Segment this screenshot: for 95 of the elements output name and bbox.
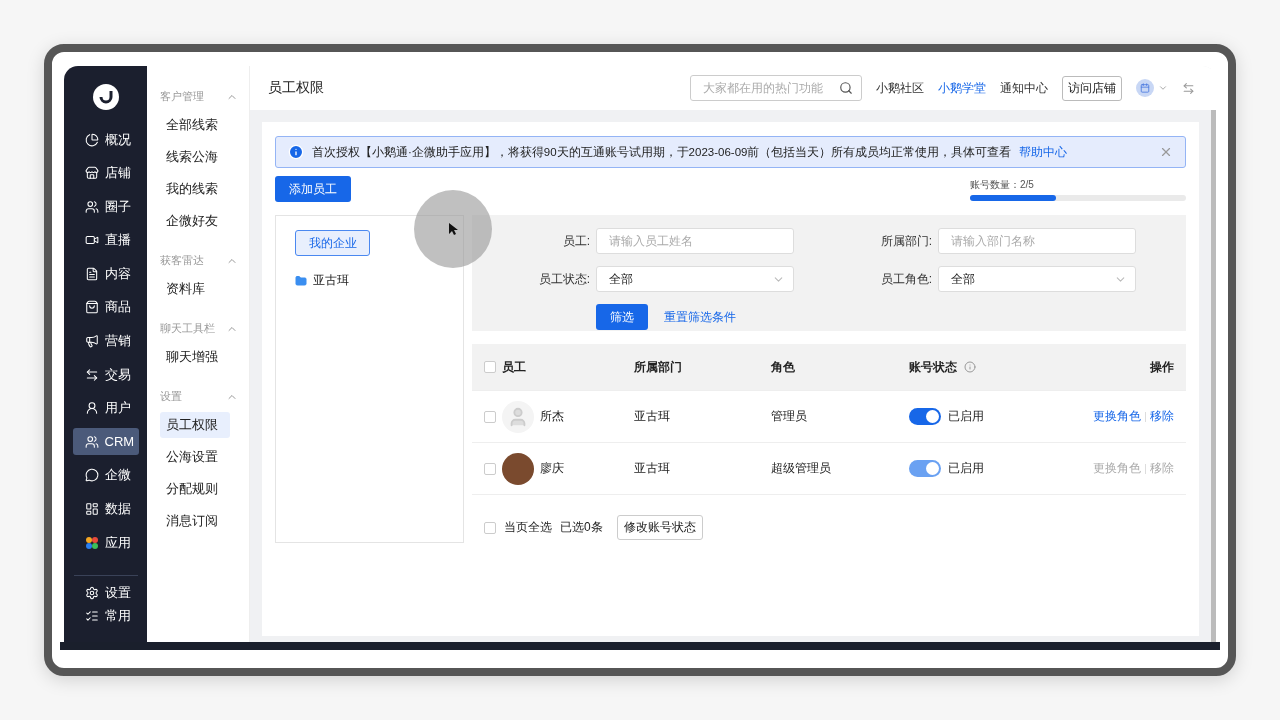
employee-name: 廖庆 — [540, 460, 564, 477]
column-header: 账号状态 — [909, 358, 957, 376]
bag-icon — [84, 300, 99, 315]
select-field[interactable]: 全部 — [596, 266, 794, 292]
notice-text: 首次授权【小鹅通·企微助手应用】，将获得90天的互通账号试用期，于2023-06-09前（包括当天）所有成员均正常使用，具体可查看 — [312, 144, 1012, 160]
nav-item[interactable]: 常用 — [72, 604, 139, 627]
checkbox[interactable] — [484, 410, 496, 423]
filter-label: 员工: — [561, 232, 591, 250]
action-link[interactable]: 移除 — [1150, 408, 1174, 425]
document-icon — [84, 266, 99, 281]
filter-label: 员工状态: — [537, 270, 591, 288]
subnav-item[interactable]: 分配规则 — [160, 476, 230, 502]
chart-icon — [84, 132, 99, 147]
subnav-item[interactable]: 企微好友 — [160, 208, 230, 234]
subnav-item[interactable]: 资料库 — [160, 276, 230, 302]
table-cell-text: 超级管理员 — [771, 460, 832, 477]
department-item[interactable]: 亚古珥 — [313, 272, 349, 289]
nav-item[interactable]: 企微 — [72, 461, 139, 489]
arrows-icon — [84, 367, 99, 382]
nav-item[interactable]: 设置 — [72, 581, 139, 604]
group-title: 聊天工具栏 — [160, 322, 215, 336]
select-field[interactable]: 全部 — [938, 266, 1136, 292]
change-status-button[interactable]: 修改账号状态 — [616, 515, 703, 540]
subnav-item[interactable]: 我的线索 — [160, 176, 230, 202]
column-header: 所属部门 — [634, 358, 683, 376]
page-title: 员工权限 — [268, 79, 324, 97]
cursor-icon — [448, 222, 458, 236]
chat-icon — [84, 468, 99, 483]
logo-icon — [92, 84, 119, 110]
list-icon — [84, 608, 99, 623]
table-cell-text: 亚古珥 — [634, 408, 671, 425]
column-header: 员工 — [502, 358, 526, 376]
checkbox[interactable] — [484, 521, 496, 534]
header-link[interactable]: 小鹅社区 — [876, 79, 924, 97]
table-cell-text: 管理员 — [771, 408, 808, 425]
folder-icon — [295, 274, 307, 287]
add-employee-button[interactable]: 添加员工 — [275, 176, 351, 202]
chevron-down-icon[interactable] — [1158, 83, 1168, 93]
employee-name: 所杰 — [540, 408, 564, 425]
nav-item[interactable]: 数据 — [72, 495, 139, 523]
dashboard-icon — [84, 502, 99, 517]
store-icon — [84, 166, 99, 181]
visit-store-button[interactable]: 访问店铺 — [1062, 75, 1122, 101]
people-icon — [84, 199, 99, 214]
group-title: 客户管理 — [160, 90, 204, 104]
people-icon — [84, 434, 99, 449]
nav-item[interactable]: 商品 — [72, 293, 139, 321]
nav-item[interactable]: 直播 — [72, 226, 139, 254]
selected-count: 已选0条 — [560, 519, 603, 536]
close-icon[interactable] — [1159, 145, 1173, 159]
status-text: 已启用 — [948, 408, 984, 425]
apps-icon — [84, 535, 99, 550]
nav-item[interactable]: 店铺 — [72, 159, 139, 187]
nav-item[interactable]: 应用 — [72, 529, 139, 557]
nav-item[interactable]: 内容 — [72, 260, 139, 288]
org-root-button[interactable]: 我的企业 — [295, 230, 370, 256]
nav-item[interactable]: CRM — [72, 428, 139, 456]
nav-item[interactable]: 圈子 — [72, 193, 139, 221]
subnav-item[interactable]: 消息订阅 — [160, 508, 230, 534]
avatar-photo — [502, 452, 534, 485]
quota-label: 账号数量：2/5 — [970, 177, 1035, 192]
subnav-item[interactable]: 员工权限 — [160, 412, 230, 438]
search-icon[interactable] — [839, 81, 853, 95]
action-link[interactable]: 更换角色 — [1093, 408, 1141, 425]
table-cell-text: 亚古珥 — [634, 460, 671, 477]
header-link[interactable]: 小鹅学堂 — [938, 79, 986, 97]
group-title: 获客雷达 — [160, 254, 204, 268]
nav-item[interactable]: 交易 — [72, 361, 139, 389]
filter-label: 员工角色: — [879, 270, 933, 288]
info-icon — [288, 144, 304, 160]
nav-item[interactable]: 用户 — [72, 394, 139, 422]
help-link[interactable]: 帮助中心 — [1019, 144, 1068, 160]
switch-icon[interactable] — [1182, 81, 1195, 95]
status-text: 已启用 — [948, 460, 984, 477]
settings-icon — [84, 585, 99, 600]
nav-item[interactable]: 营销 — [72, 327, 139, 355]
select-all-label: 当页全选 — [504, 519, 552, 536]
filter-label: 所属部门: — [879, 232, 933, 250]
store-avatar[interactable] — [1136, 79, 1154, 97]
subnav-item[interactable]: 全部线索 — [160, 112, 230, 138]
filter-button[interactable]: 筛选 — [596, 304, 648, 330]
subnav-item[interactable]: 线索公海 — [160, 144, 230, 170]
reset-link[interactable]: 重置筛选条件 — [664, 308, 736, 326]
column-header: 操作 — [1149, 358, 1174, 376]
header-link[interactable]: 通知中心 — [1000, 79, 1048, 97]
megaphone-icon — [84, 334, 99, 349]
info-icon[interactable] — [964, 361, 976, 373]
status-toggle[interactable] — [909, 408, 941, 425]
user-icon — [84, 401, 99, 416]
checkbox[interactable] — [484, 361, 496, 373]
group-title: 设置 — [160, 390, 182, 404]
subnav-item[interactable]: 公海设置 — [160, 444, 230, 470]
nav-item[interactable]: 概况 — [72, 126, 139, 153]
column-header: 角色 — [771, 358, 796, 376]
subnav-item[interactable]: 聊天增强 — [160, 344, 230, 370]
